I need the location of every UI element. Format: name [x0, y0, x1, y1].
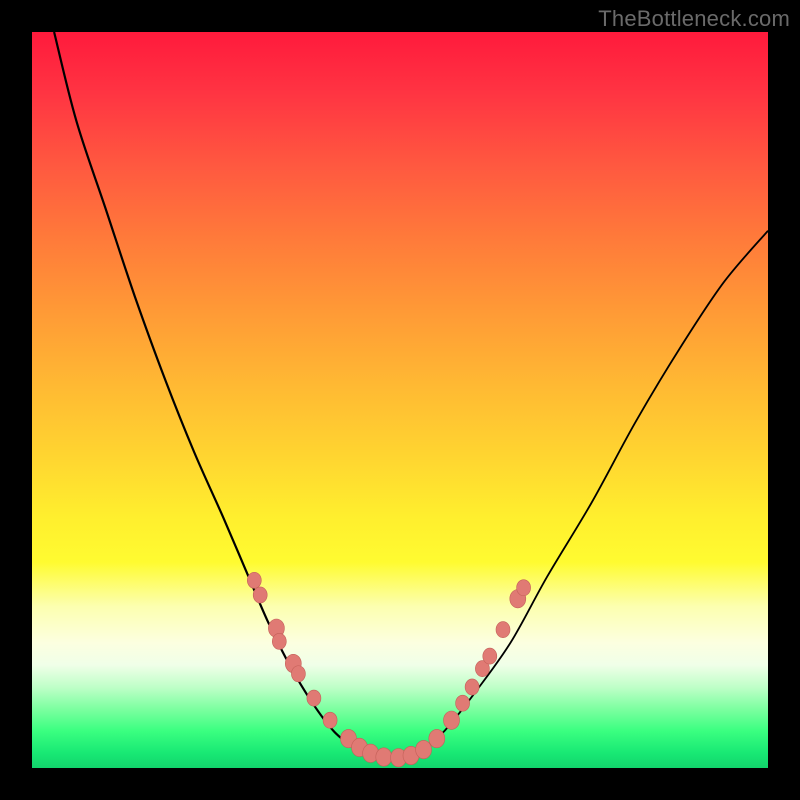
curve-right-branch [422, 231, 768, 750]
data-marker [272, 633, 286, 649]
data-marker [444, 711, 460, 729]
data-marker [323, 712, 337, 728]
data-marker [247, 572, 261, 588]
chart-frame: TheBottleneck.com [0, 0, 800, 800]
data-markers [247, 572, 530, 767]
watermark-text: TheBottleneck.com [598, 6, 790, 32]
chart-svg [32, 32, 768, 768]
data-marker [465, 679, 479, 695]
data-marker [307, 690, 321, 706]
data-marker [429, 729, 445, 747]
plot-area [32, 32, 768, 768]
data-marker [376, 748, 392, 766]
curve-left-branch [54, 32, 356, 750]
data-marker [517, 580, 531, 596]
data-marker [416, 740, 432, 758]
data-marker [291, 666, 305, 682]
data-marker [456, 695, 470, 711]
data-marker [483, 648, 497, 664]
data-marker [253, 587, 267, 603]
data-marker [496, 622, 510, 638]
